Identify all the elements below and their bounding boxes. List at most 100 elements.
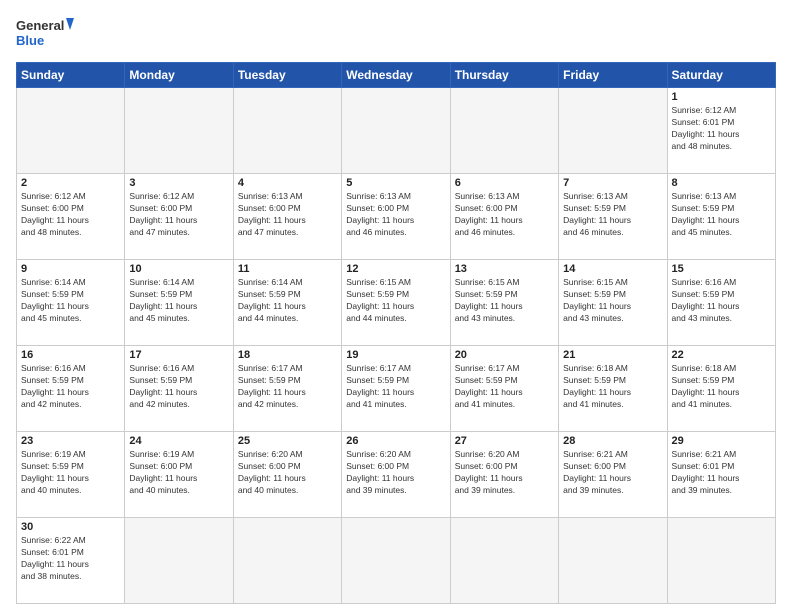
day-number: 18 [238, 349, 337, 361]
day-number: 26 [346, 435, 445, 447]
day-number: 29 [672, 435, 771, 447]
day-number: 9 [21, 263, 120, 275]
logo: General Blue [16, 16, 76, 52]
day-number: 14 [563, 263, 662, 275]
weekday-header-sunday: Sunday [17, 63, 125, 88]
day-number: 15 [672, 263, 771, 275]
header: General Blue [16, 16, 776, 52]
day-info: Sunrise: 6:21 AM Sunset: 6:00 PM Dayligh… [563, 449, 662, 497]
calendar-cell [342, 88, 450, 174]
calendar-cell: 30Sunrise: 6:22 AM Sunset: 6:01 PM Dayli… [17, 518, 125, 604]
calendar-cell: 27 Sunrise: 6:20 AM Sunset: 6:00 PM Dayli… [450, 432, 558, 518]
day-info: Sunrise: 6:20 AM Sunset: 6:00 PM Dayligh… [238, 449, 337, 497]
generalblue-logo-icon: General Blue [16, 16, 76, 52]
day-number: 22 [672, 349, 771, 361]
calendar-cell: 22Sunrise: 6:18 AM Sunset: 5:59 PM Dayli… [667, 346, 775, 432]
calendar-cell: 6 Sunrise: 6:13 AM Sunset: 6:00 PM Daylig… [450, 174, 558, 260]
weekday-header-saturday: Saturday [667, 63, 775, 88]
day-number: 6 [455, 177, 554, 189]
day-info: Sunrise: 6:19 AM Sunset: 5:59 PM Dayligh… [21, 449, 120, 497]
day-info: Sunrise: 6:19 AM Sunset: 6:00 PM Dayligh… [129, 449, 228, 497]
day-info: Sunrise: 6:17 AM Sunset: 5:59 PM Dayligh… [346, 363, 445, 411]
day-info: Sunrise: 6:16 AM Sunset: 5:59 PM Dayligh… [672, 277, 771, 325]
calendar-cell [125, 518, 233, 604]
day-number: 23 [21, 435, 120, 447]
svg-text:Blue: Blue [16, 33, 44, 48]
weekday-header-thursday: Thursday [450, 63, 558, 88]
day-number: 19 [346, 349, 445, 361]
day-info: Sunrise: 6:14 AM Sunset: 5:59 PM Dayligh… [21, 277, 120, 325]
day-number: 13 [455, 263, 554, 275]
day-info: Sunrise: 6:21 AM Sunset: 6:01 PM Dayligh… [672, 449, 771, 497]
day-info: Sunrise: 6:17 AM Sunset: 5:59 PM Dayligh… [238, 363, 337, 411]
day-number: 21 [563, 349, 662, 361]
day-info: Sunrise: 6:22 AM Sunset: 6:01 PM Dayligh… [21, 535, 120, 583]
calendar-cell: 25 Sunrise: 6:20 AM Sunset: 6:00 PM Dayli… [233, 432, 341, 518]
day-info: Sunrise: 6:20 AM Sunset: 6:00 PM Dayligh… [346, 449, 445, 497]
calendar-cell: 10Sunrise: 6:14 AM Sunset: 5:59 PM Dayli… [125, 260, 233, 346]
day-info: Sunrise: 6:16 AM Sunset: 5:59 PM Dayligh… [21, 363, 120, 411]
calendar-cell [342, 518, 450, 604]
day-number: 1 [672, 91, 771, 103]
day-number: 25 [238, 435, 337, 447]
day-number: 2 [21, 177, 120, 189]
day-number: 5 [346, 177, 445, 189]
svg-text:General: General [16, 18, 64, 33]
day-info: Sunrise: 6:13 AM Sunset: 6:00 PM Dayligh… [455, 191, 554, 239]
day-info: Sunrise: 6:12 AM Sunset: 6:00 PM Dayligh… [21, 191, 120, 239]
calendar-cell: 4 Sunrise: 6:13 AM Sunset: 6:00 PM Daylig… [233, 174, 341, 260]
day-number: 28 [563, 435, 662, 447]
calendar-cell [125, 88, 233, 174]
calendar-cell: 17Sunrise: 6:16 AM Sunset: 5:59 PM Dayli… [125, 346, 233, 432]
day-number: 3 [129, 177, 228, 189]
calendar-table: SundayMondayTuesdayWednesdayThursdayFrid… [16, 62, 776, 604]
weekday-header-friday: Friday [559, 63, 667, 88]
calendar-cell [450, 518, 558, 604]
weekday-header-wednesday: Wednesday [342, 63, 450, 88]
calendar-cell [559, 518, 667, 604]
day-number: 7 [563, 177, 662, 189]
calendar-cell: 9 Sunrise: 6:14 AM Sunset: 5:59 PM Daylig… [17, 260, 125, 346]
day-number: 4 [238, 177, 337, 189]
calendar-cell: 28 Sunrise: 6:21 AM Sunset: 6:00 PM Dayli… [559, 432, 667, 518]
calendar-cell [233, 88, 341, 174]
calendar-cell: 1 Sunrise: 6:12 AM Sunset: 6:01 PM Daylig… [667, 88, 775, 174]
day-number: 24 [129, 435, 228, 447]
calendar-cell: 2 Sunrise: 6:12 AM Sunset: 6:00 PM Daylig… [17, 174, 125, 260]
day-number: 20 [455, 349, 554, 361]
day-info: Sunrise: 6:18 AM Sunset: 5:59 PM Dayligh… [563, 363, 662, 411]
day-info: Sunrise: 6:15 AM Sunset: 5:59 PM Dayligh… [455, 277, 554, 325]
day-number: 27 [455, 435, 554, 447]
day-number: 8 [672, 177, 771, 189]
calendar-cell: 5Sunrise: 6:13 AM Sunset: 6:00 PM Daylig… [342, 174, 450, 260]
day-number: 16 [21, 349, 120, 361]
calendar-cell: 18 Sunrise: 6:17 AM Sunset: 5:59 PM Dayli… [233, 346, 341, 432]
day-info: Sunrise: 6:14 AM Sunset: 5:59 PM Dayligh… [238, 277, 337, 325]
day-info: Sunrise: 6:15 AM Sunset: 5:59 PM Dayligh… [346, 277, 445, 325]
calendar-cell: 8Sunrise: 6:13 AM Sunset: 5:59 PM Daylig… [667, 174, 775, 260]
calendar-cell [233, 518, 341, 604]
day-info: Sunrise: 6:17 AM Sunset: 5:59 PM Dayligh… [455, 363, 554, 411]
weekday-header-monday: Monday [125, 63, 233, 88]
calendar-cell: 16 Sunrise: 6:16 AM Sunset: 5:59 PM Dayli… [17, 346, 125, 432]
calendar-cell: 23 Sunrise: 6:19 AM Sunset: 5:59 PM Dayli… [17, 432, 125, 518]
calendar-cell [559, 88, 667, 174]
calendar-cell: 14 Sunrise: 6:15 AM Sunset: 5:59 PM Dayli… [559, 260, 667, 346]
calendar-cell: 12Sunrise: 6:15 AM Sunset: 5:59 PM Dayli… [342, 260, 450, 346]
day-info: Sunrise: 6:12 AM Sunset: 6:01 PM Dayligh… [672, 105, 771, 153]
calendar-cell: 24 Sunrise: 6:19 AM Sunset: 6:00 PM Dayli… [125, 432, 233, 518]
day-info: Sunrise: 6:15 AM Sunset: 5:59 PM Dayligh… [563, 277, 662, 325]
calendar-cell: 20 Sunrise: 6:17 AM Sunset: 5:59 PM Dayli… [450, 346, 558, 432]
calendar-cell: 13 Sunrise: 6:15 AM Sunset: 5:59 PM Dayli… [450, 260, 558, 346]
day-info: Sunrise: 6:14 AM Sunset: 5:59 PM Dayligh… [129, 277, 228, 325]
calendar-cell: 26 Sunrise: 6:20 AM Sunset: 6:00 PM Dayli… [342, 432, 450, 518]
day-number: 11 [238, 263, 337, 275]
calendar-cell: 7 Sunrise: 6:13 AM Sunset: 5:59 PM Daylig… [559, 174, 667, 260]
calendar-cell: 15 Sunrise: 6:16 AM Sunset: 5:59 PM Dayli… [667, 260, 775, 346]
day-info: Sunrise: 6:20 AM Sunset: 6:00 PM Dayligh… [455, 449, 554, 497]
day-info: Sunrise: 6:12 AM Sunset: 6:00 PM Dayligh… [129, 191, 228, 239]
day-info: Sunrise: 6:13 AM Sunset: 6:00 PM Dayligh… [238, 191, 337, 239]
day-number: 17 [129, 349, 228, 361]
page: General Blue SundayMondayTuesdayWednesda… [0, 0, 792, 612]
day-info: Sunrise: 6:13 AM Sunset: 5:59 PM Dayligh… [563, 191, 662, 239]
